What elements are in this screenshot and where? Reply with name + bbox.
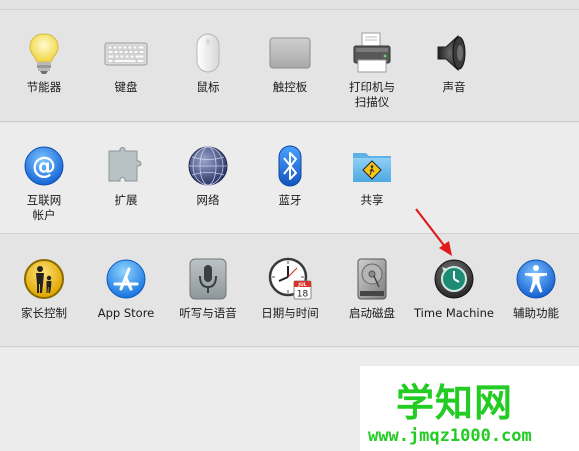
- pref-label: 触控板: [272, 80, 308, 94]
- red-arrow-icon: [412, 206, 462, 260]
- top-row-band: [0, 0, 579, 10]
- app-store-icon: [104, 257, 148, 301]
- date-time-pref[interactable]: JUL 18 日期与时间: [249, 257, 331, 321]
- puzzle-icon: [104, 144, 148, 188]
- accessibility-icon: [514, 257, 558, 301]
- pref-label: 声音: [442, 80, 466, 94]
- pref-label: 鼠标: [196, 80, 220, 94]
- lightbulb-icon: [22, 31, 66, 75]
- sound-pref[interactable]: 声音: [413, 31, 495, 95]
- network-pref[interactable]: 网络: [167, 144, 249, 208]
- energy-saver-pref[interactable]: 节能器: [3, 31, 85, 95]
- pref-label: 辅助功能: [513, 306, 559, 320]
- pref-label: 扩展: [114, 193, 138, 207]
- internet-accounts-pref[interactable]: @ 互联网 帐户: [3, 144, 85, 223]
- speaker-icon: [432, 31, 476, 75]
- watermark: 学知网 www.jmqz1000.com: [360, 366, 579, 451]
- time-machine-icon: [432, 257, 476, 301]
- pref-label: 节能器: [26, 80, 62, 94]
- pref-label: 日期与时间: [261, 306, 319, 320]
- trackpad-pref[interactable]: 触控板: [249, 31, 331, 95]
- globe-icon: [186, 144, 230, 188]
- pref-label: 听写与语音: [179, 306, 237, 320]
- calendar-day: 18: [297, 290, 309, 300]
- mouse-icon: [186, 31, 230, 75]
- microphone-icon: [186, 257, 230, 301]
- printer-icon: [350, 31, 394, 75]
- pref-label: 键盘: [114, 80, 138, 94]
- dictation-speech-pref[interactable]: 听写与语音: [167, 257, 249, 321]
- keyboard-pref[interactable]: 键盘: [85, 31, 167, 95]
- mouse-pref[interactable]: 鼠标: [167, 31, 249, 95]
- bluetooth-icon: [268, 144, 312, 188]
- pref-label: Time Machine: [414, 306, 494, 320]
- pref-label: 家长控制: [21, 306, 67, 320]
- watermark-url: www.jmqz1000.com: [368, 426, 532, 446]
- accessibility-pref[interactable]: 辅助功能: [495, 257, 577, 321]
- pref-label: 互联网 帐户: [26, 193, 62, 222]
- keyboard-icon: [104, 31, 148, 75]
- watermark-title: 学知网: [396, 381, 514, 425]
- extensions-pref[interactable]: 扩展: [85, 144, 167, 208]
- pref-label: 网络: [196, 193, 220, 207]
- trackpad-icon: [268, 31, 312, 75]
- parental-controls-icon: [22, 257, 66, 301]
- svg-text:@: @: [32, 152, 56, 180]
- at-sign-icon: @: [22, 144, 66, 188]
- bluetooth-pref[interactable]: 蓝牙: [249, 144, 331, 208]
- clock-calendar-icon: JUL 18: [268, 257, 312, 301]
- pref-label: 共享: [360, 193, 384, 207]
- pref-label: 打印机与 扫描仪: [349, 80, 395, 109]
- sharing-pref[interactable]: 共享: [331, 144, 413, 208]
- pref-label: App Store: [97, 306, 155, 320]
- pref-label: 蓝牙: [278, 193, 302, 207]
- parental-controls-pref[interactable]: 家长控制: [3, 257, 85, 321]
- calendar-month: JUL: [297, 282, 306, 288]
- pref-label: 启动磁盘: [349, 306, 395, 320]
- startup-disk-pref[interactable]: 启动磁盘: [331, 257, 413, 321]
- hard-disk-icon: [350, 257, 394, 301]
- printers-scanners-pref[interactable]: 打印机与 扫描仪: [331, 31, 413, 110]
- shared-folder-icon: [350, 144, 394, 188]
- time-machine-pref[interactable]: Time Machine: [413, 257, 495, 321]
- app-store-pref[interactable]: App Store: [85, 257, 167, 321]
